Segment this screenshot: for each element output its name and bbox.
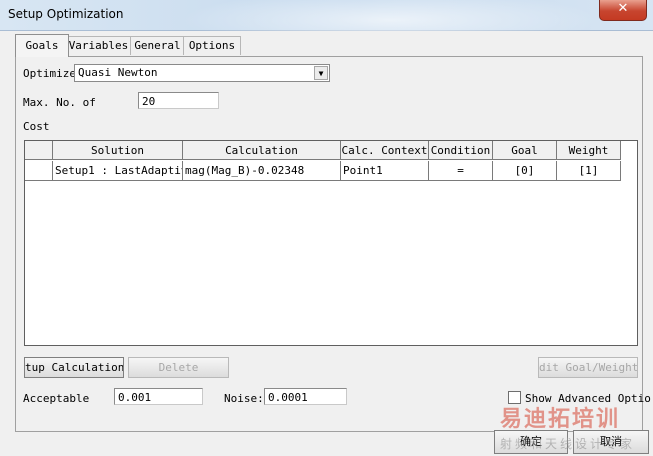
delete-button[interactable]: Delete	[128, 357, 229, 378]
acceptable-label: Acceptable	[23, 392, 90, 405]
header-solution[interactable]: Solution	[53, 141, 183, 160]
cost-table: Solution Calculation Calc. Context Condi…	[24, 140, 638, 346]
optimizer-value: Quasi Newton	[78, 66, 158, 79]
max-iterations-input[interactable]: 20	[138, 92, 219, 109]
watermark-logo: 易迪拓培训 射频和天线设计专家	[500, 401, 650, 456]
optimizer-select[interactable]: Quasi Newton ▼	[74, 64, 330, 82]
calculation-cell[interactable]: mag(Mag_B)-0.02348	[183, 161, 341, 181]
header-calc-context[interactable]: Calc. Context	[341, 141, 429, 160]
chevron-down-icon[interactable]: ▼	[314, 66, 328, 80]
acceptable-input[interactable]: 0.001	[114, 388, 203, 405]
condition-cell[interactable]: =	[429, 161, 493, 181]
cost-label: Cost	[23, 120, 50, 133]
header-condition[interactable]: Condition	[429, 141, 493, 160]
goals-content: Optimizer Quasi Newton ▼ Max. No. of 20 …	[0, 0, 653, 456]
header-row-selector	[25, 141, 53, 160]
header-calculation[interactable]: Calculation	[183, 141, 341, 160]
goal-cell[interactable]: [0]	[493, 161, 557, 181]
solution-cell[interactable]: Setup1 : LastAdaptive	[53, 161, 183, 181]
watermark-main-text: 易迪拓培训	[500, 407, 621, 432]
calc-context-cell[interactable]: Point1	[341, 161, 429, 181]
header-weight[interactable]: Weight	[557, 141, 621, 160]
setup-calculations-button[interactable]: tup Calculations.	[24, 357, 124, 378]
table-header-row: Solution Calculation Calc. Context Condi…	[25, 141, 637, 161]
header-goal[interactable]: Goal	[493, 141, 557, 160]
noise-input[interactable]: 0.0001	[264, 388, 347, 405]
max-iterations-label: Max. No. of	[23, 96, 96, 109]
noise-label: Noise:	[224, 392, 264, 405]
weight-cell[interactable]: [1]	[557, 161, 621, 181]
watermark-sub-text: 射频和天线设计专家	[500, 437, 636, 451]
edit-goal-weight-button[interactable]: dit Goal/Weight.	[538, 357, 638, 378]
row-selector-cell[interactable]	[25, 161, 53, 181]
